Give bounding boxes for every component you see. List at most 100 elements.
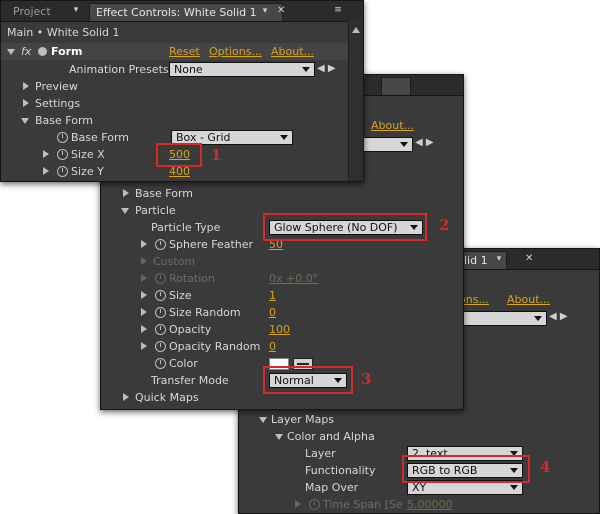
tab-project[interactable]: Project [7, 3, 57, 20]
row-opacity-random: Opacity Random 0 [101, 338, 449, 355]
row-animation-presets: Animation Presets: None ◀ ▶ [1, 61, 349, 78]
custom-label: Custom [153, 255, 196, 268]
callout-box-2 [263, 213, 427, 241]
layer-label: Layer [305, 447, 336, 460]
breadcrumb-text: Main • White Solid 1 [7, 26, 120, 39]
stopwatch-icon[interactable] [57, 132, 68, 143]
rotation-value[interactable]: 0x +0.0° [269, 270, 318, 287]
functionality-label: Functionality [305, 464, 376, 477]
row-size-random: Size Random 0 [101, 304, 449, 321]
disclosure-closed-icon[interactable] [295, 500, 301, 508]
chevron-down-icon [280, 135, 288, 140]
stopwatch-icon[interactable] [57, 149, 68, 160]
row-base-form[interactable]: Base Form [101, 185, 449, 202]
about-link[interactable]: About... [271, 43, 314, 60]
breadcrumb: Main • White Solid 1 [1, 24, 349, 41]
tab-effect-controls[interactable]: Effect Controls: White Solid 1 ▾ [89, 3, 283, 21]
row-custom[interactable]: Custom [101, 253, 449, 270]
panel3-tab-title: lid 1 [464, 254, 488, 267]
disclosure-closed-icon[interactable] [141, 274, 147, 282]
stopwatch-icon[interactable] [155, 239, 166, 250]
stopwatch-icon[interactable] [309, 499, 320, 510]
base-form-label: Base Form [135, 187, 193, 200]
disclosure-closed-icon[interactable] [141, 257, 147, 265]
size-value[interactable]: 1 [269, 287, 276, 304]
callout-number-3: 3 [361, 370, 372, 388]
reset-link[interactable]: Reset [169, 43, 200, 60]
particle-type-label: Particle Type [151, 221, 221, 234]
row-layer-maps[interactable]: Layer Maps [239, 411, 585, 428]
row-time-span: Time Span [Se 5.00000 [239, 496, 585, 513]
color-label: Color [169, 357, 198, 370]
row-base-form[interactable]: Base Form [1, 112, 349, 129]
opacity-label: Opacity [169, 323, 212, 336]
scroll-up-icon[interactable] [352, 27, 360, 33]
stopwatch-icon[interactable] [155, 273, 166, 284]
stopwatch-icon[interactable] [57, 166, 68, 177]
chevron-down-icon [400, 142, 408, 147]
disclosure-open-icon[interactable] [7, 49, 15, 55]
effect-controls-tab-title: Effect Controls: White Solid 1 [96, 6, 257, 19]
animation-presets-value: None [174, 63, 203, 76]
about-link[interactable]: About... [371, 119, 414, 132]
opacity-random-value[interactable]: 0 [269, 338, 276, 355]
size-label: Size [169, 289, 192, 302]
base-form-label: Base Form [35, 114, 93, 127]
fx-toggle-icon[interactable]: fx [21, 43, 31, 60]
disclosure-open-icon[interactable] [121, 208, 129, 214]
disclosure-open-icon[interactable] [259, 417, 267, 423]
disclosure-closed-icon[interactable] [141, 308, 147, 316]
close-icon[interactable]: ✕ [525, 252, 533, 265]
disclosure-closed-icon[interactable] [23, 99, 29, 107]
vertical-scrollbar[interactable] [348, 21, 363, 181]
settings-label: Settings [35, 97, 81, 110]
size-random-value[interactable]: 0 [269, 304, 276, 321]
effect-icon [38, 47, 47, 56]
size-x-label: Size X [71, 148, 105, 161]
disclosure-closed-icon[interactable] [43, 167, 49, 175]
callout-box-4 [402, 455, 530, 483]
panel3-tab[interactable]: lid 1 ▾ [457, 251, 507, 269]
stopwatch-icon[interactable] [155, 341, 166, 352]
sphere-feather-label: Sphere Feather [169, 238, 254, 251]
disclosure-closed-icon[interactable] [23, 82, 29, 90]
preset-nav-arrows-icon[interactable]: ◀ ▶ [415, 136, 434, 150]
preset-nav-arrows-icon[interactable]: ◀ ▶ [549, 310, 568, 324]
row-settings[interactable]: Settings [1, 95, 349, 112]
size-random-label: Size Random [169, 306, 241, 319]
preset-nav-arrows-icon[interactable]: ◀ ▶ [317, 62, 336, 76]
disclosure-closed-icon[interactable] [141, 240, 147, 248]
disclosure-closed-icon[interactable] [123, 189, 129, 197]
opacity-value[interactable]: 100 [269, 321, 290, 338]
close-icon[interactable]: ✕ [277, 4, 285, 17]
map-over-label: Map Over [305, 481, 359, 494]
panel-menu-icon[interactable]: ≡ [331, 4, 345, 17]
row-color-and-alpha[interactable]: Color and Alpha [239, 428, 585, 445]
disclosure-closed-icon[interactable] [123, 393, 129, 401]
about-link[interactable]: About... [507, 293, 550, 306]
options-link[interactable]: Options... [209, 43, 262, 60]
disclosure-closed-icon[interactable] [141, 342, 147, 350]
disclosure-closed-icon[interactable] [141, 291, 147, 299]
animation-presets-dropdown[interactable]: None [169, 62, 315, 77]
row-preview[interactable]: Preview [1, 78, 349, 95]
callout-box-3 [263, 366, 353, 394]
time-span-value[interactable]: 5.00000 [407, 496, 453, 513]
row-size: Size 1 [101, 287, 449, 304]
callout-box-1 [156, 143, 202, 167]
transfer-mode-label: Transfer Mode [151, 374, 229, 387]
stopwatch-icon[interactable] [155, 358, 166, 369]
disclosure-open-icon[interactable] [21, 118, 29, 124]
row-rotation: Rotation 0x +0.0° [101, 270, 449, 287]
tab-menu-icon[interactable]: ▾ [258, 5, 272, 18]
stopwatch-icon[interactable] [155, 290, 166, 301]
tab-menu-icon[interactable]: ▾ [69, 4, 83, 17]
panel2-tab[interactable] [381, 77, 411, 95]
stopwatch-icon[interactable] [155, 307, 166, 318]
disclosure-open-icon[interactable] [275, 434, 283, 440]
disclosure-closed-icon[interactable] [141, 325, 147, 333]
stopwatch-icon[interactable] [155, 324, 166, 335]
tab-menu-icon[interactable]: ▾ [492, 253, 506, 266]
disclosure-closed-icon[interactable] [43, 150, 49, 158]
chevron-down-icon [534, 316, 542, 321]
